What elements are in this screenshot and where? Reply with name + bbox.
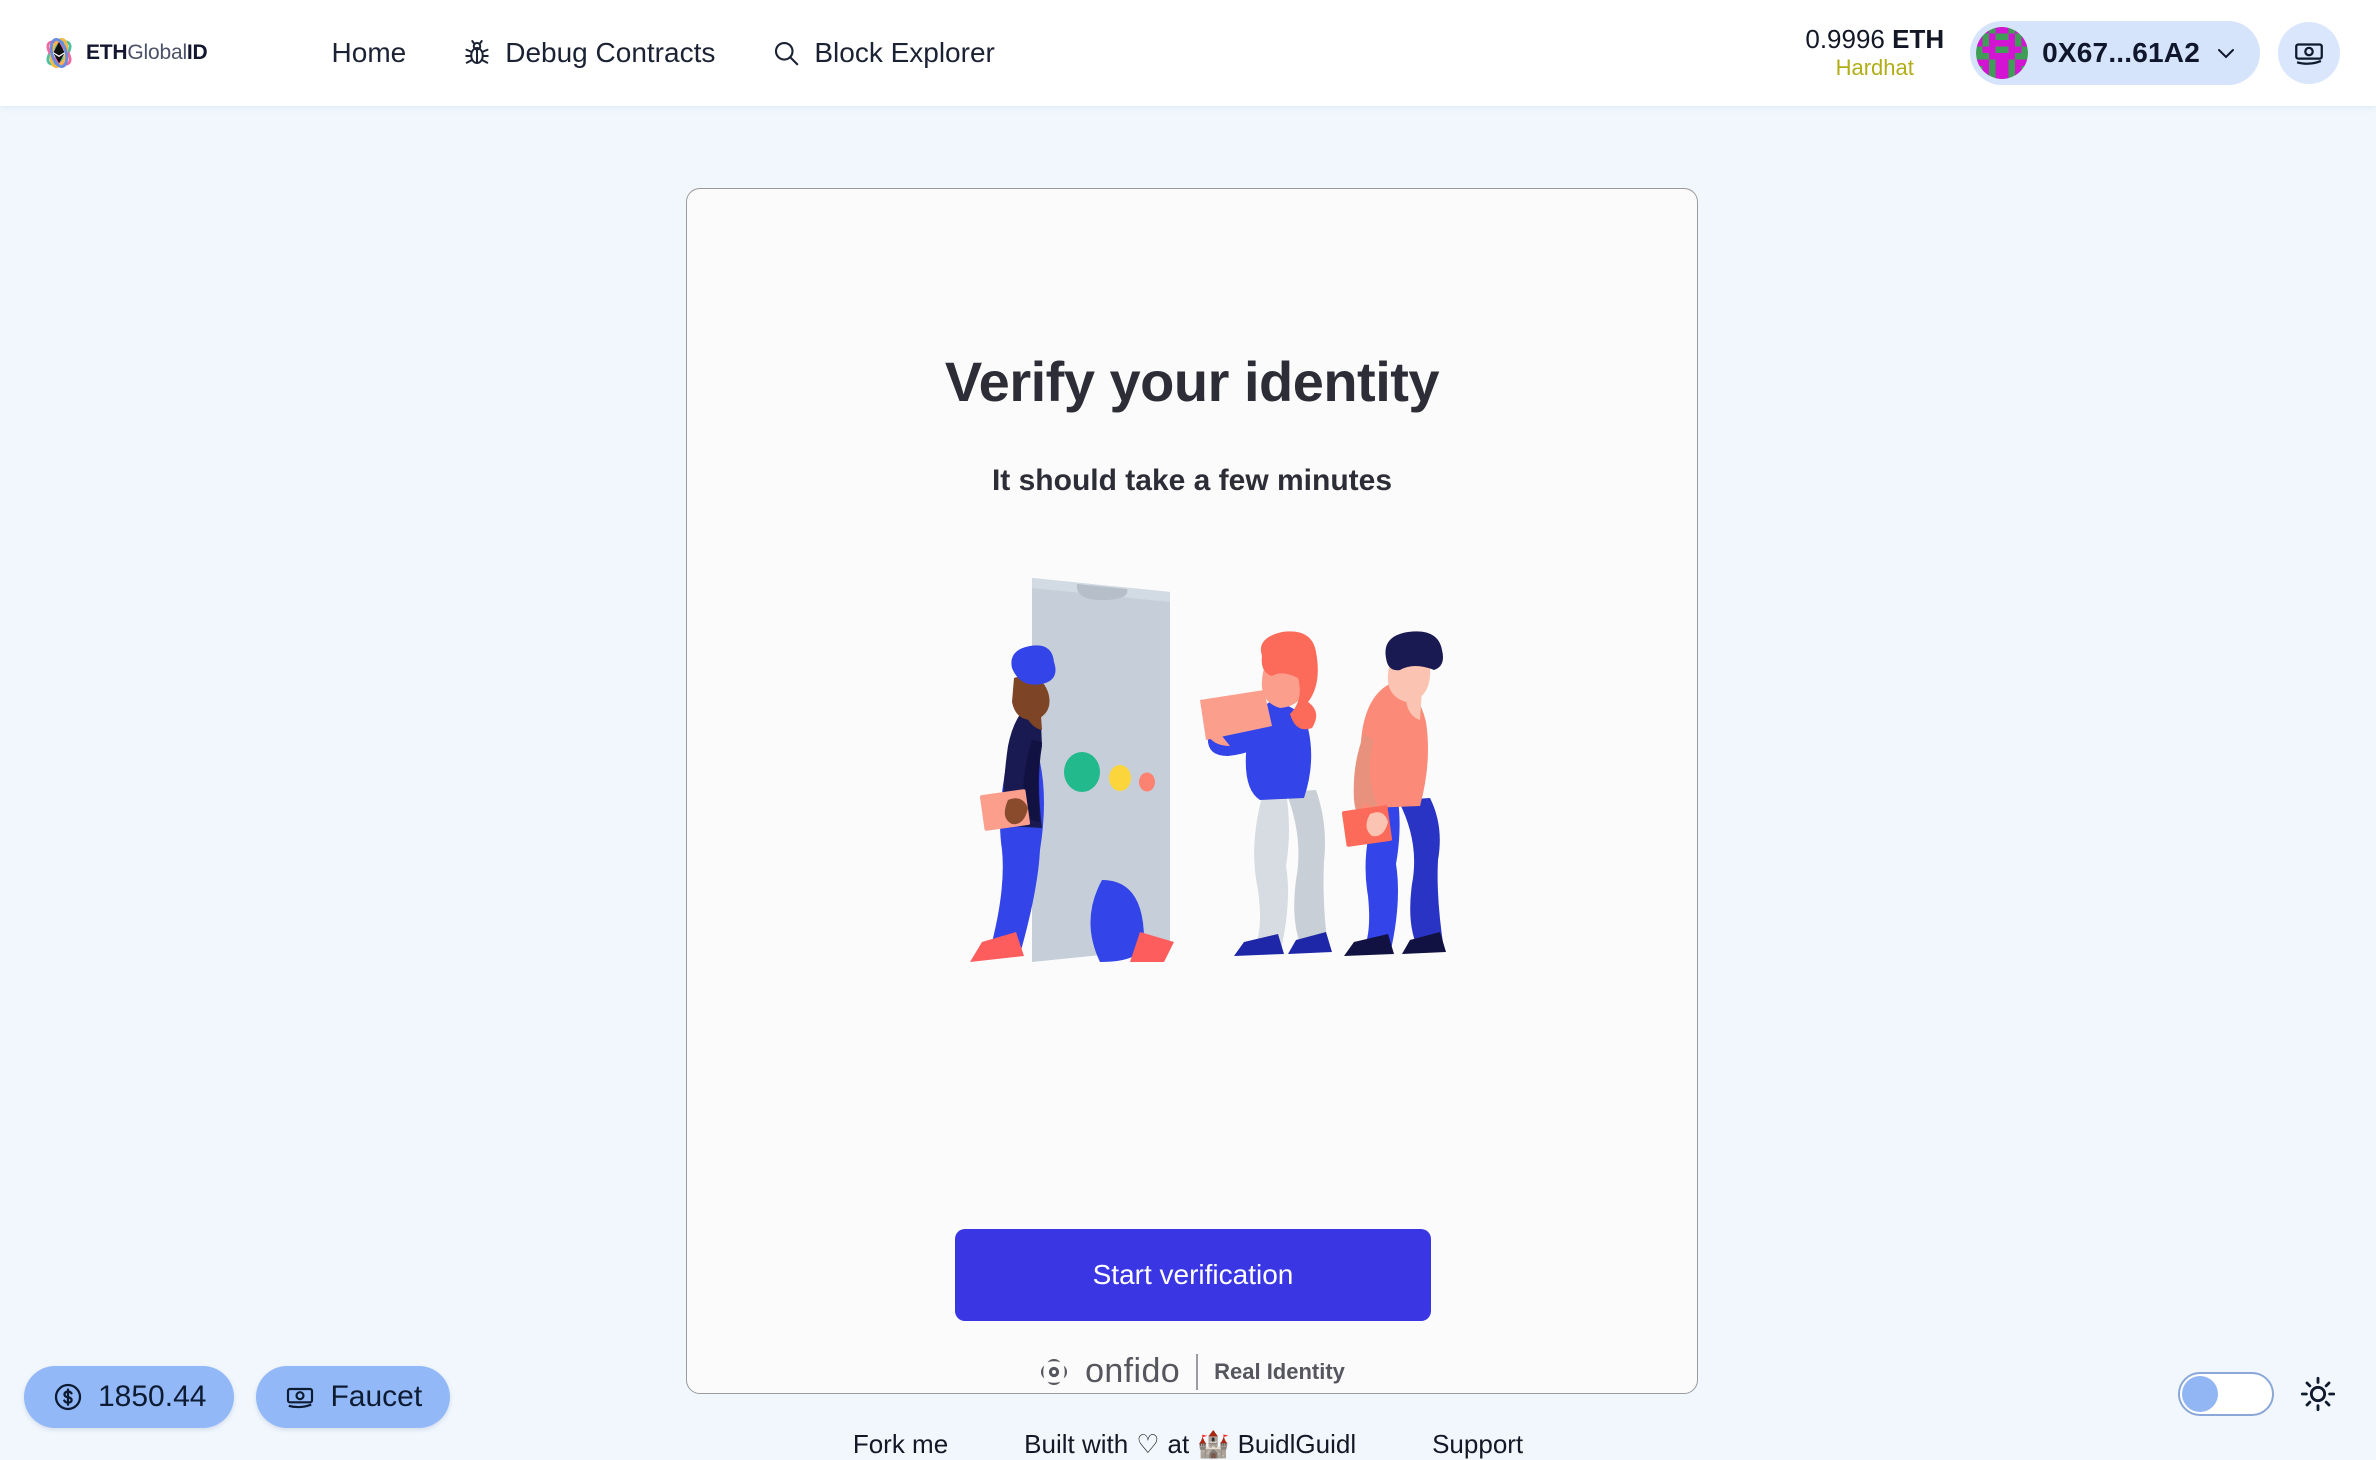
theme-toggle-switch[interactable] [2178, 1372, 2274, 1416]
page-subtitle: It should take a few minutes [992, 464, 1392, 498]
start-verification-button[interactable]: Start verification [955, 1229, 1431, 1321]
brand-part-3: ID [187, 41, 208, 64]
heart-icon: ♡ [1136, 1429, 1159, 1460]
footer-support-link[interactable]: Support [1432, 1429, 1523, 1460]
person-right [1342, 631, 1446, 956]
account-address: 0X67...61A2 [2042, 37, 2200, 69]
brand-text: ETHGlobalID [86, 41, 208, 65]
page-title: Verify your identity [945, 349, 1439, 414]
account-dropdown-button[interactable]: 0X67...61A2 [1970, 21, 2260, 85]
app-header: ETHGlobalID Home Debug Contracts Block E… [0, 0, 2376, 106]
eth-price-pill[interactable]: 1850.44 [24, 1366, 234, 1428]
onfido-mark-icon [1039, 1357, 1069, 1387]
wallet-balance[interactable]: 0.9996 ETH Hardhat [1805, 25, 1944, 80]
eth-price-value: 1850.44 [98, 1380, 206, 1414]
banknote-icon [2292, 36, 2326, 70]
header-faucet-button[interactable] [2278, 22, 2340, 84]
brand-part-2: Global [127, 41, 187, 64]
banknote-icon [284, 1381, 316, 1413]
person-middle [1200, 631, 1332, 956]
header-right-cluster: 0.9996 ETH Hardhat [1805, 21, 2340, 85]
theme-controls [2178, 1372, 2338, 1416]
nav-item-block-explorer[interactable]: Block Explorer [743, 27, 1023, 79]
main-nav: Home Debug Contracts Block Explorer [304, 27, 1023, 79]
status-dot-red [1139, 773, 1155, 792]
balance-amount: 0.9996 [1805, 24, 1885, 54]
status-dot-yellow [1109, 765, 1131, 791]
nav-label-block-explorer: Block Explorer [814, 37, 995, 69]
search-icon [771, 38, 801, 68]
sun-icon[interactable] [2298, 1374, 2338, 1414]
castle-icon: 🏰 [1197, 1429, 1229, 1460]
blockie-avatar [1976, 27, 2028, 79]
footer-builtwith: Built with ♡ at 🏰 BuidlGuidl [1024, 1429, 1356, 1460]
provider-divider [1196, 1354, 1198, 1390]
nav-label-home: Home [332, 37, 407, 69]
status-dot-green [1064, 752, 1100, 792]
nav-item-debug-contracts[interactable]: Debug Contracts [434, 27, 743, 79]
footer-built-at: at [1168, 1429, 1190, 1460]
nav-label-debug-contracts: Debug Contracts [505, 37, 715, 69]
nav-item-home[interactable]: Home [304, 27, 435, 79]
balance-symbol: ETH [1892, 24, 1944, 54]
site-footer: Fork me Built with ♡ at 🏰 BuidlGuidl Sup… [0, 1429, 2376, 1460]
footer-buidlguidl-link[interactable]: BuidlGuidl [1238, 1429, 1357, 1460]
network-name: Hardhat [1805, 55, 1944, 80]
provider-tagline: Real Identity [1214, 1359, 1345, 1385]
provider-branding: onfido Real Identity [687, 1352, 1697, 1391]
phone-graphic [1032, 578, 1174, 962]
footer-built-prefix: Built with [1024, 1429, 1128, 1460]
dollar-circle-icon [52, 1381, 84, 1413]
brand-part-1: ETH [86, 41, 127, 64]
balance-amount-row: 0.9996 ETH [1805, 25, 1944, 55]
footer-fork-link[interactable]: Fork me [853, 1429, 948, 1460]
floating-left-controls: 1850.44 Faucet [24, 1366, 450, 1428]
chevron-down-icon [2214, 41, 2238, 65]
verification-card: Verify your identity It should take a fe… [686, 188, 1698, 1394]
brand-logo-link[interactable]: ETHGlobalID [42, 36, 208, 70]
provider-name: onfido [1085, 1352, 1180, 1391]
faucet-pill-label: Faucet [330, 1380, 422, 1414]
bug-icon [462, 38, 492, 68]
faucet-pill-button[interactable]: Faucet [256, 1366, 450, 1428]
ethglobal-logo-icon [42, 36, 76, 70]
theme-toggle-knob [2182, 1376, 2218, 1412]
people-with-phone-illustration [912, 550, 1472, 970]
